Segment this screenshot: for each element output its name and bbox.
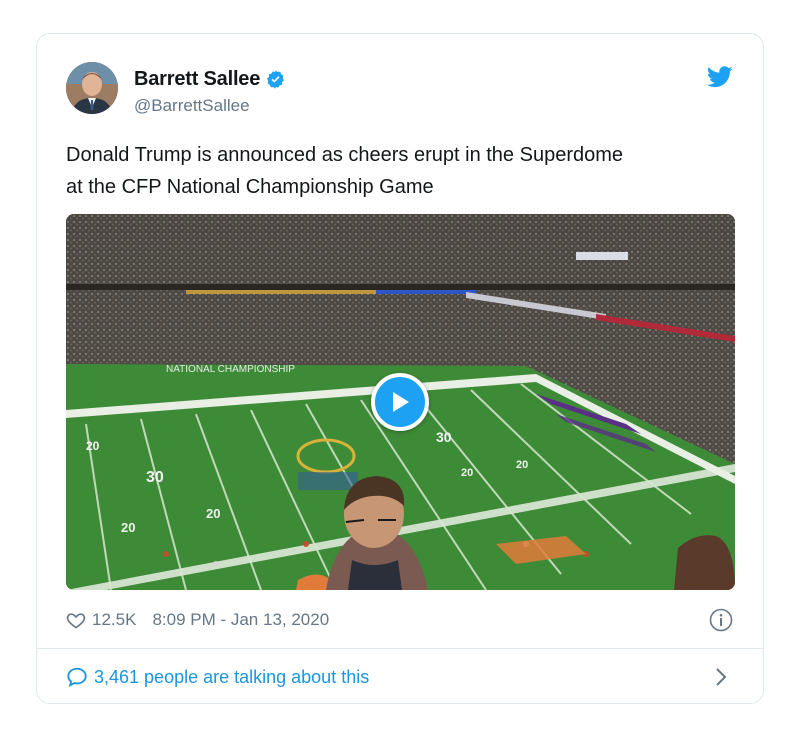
tweet-timestamp[interactable]: 8:09 PM - Jan 13, 2020 (152, 610, 329, 630)
author-handle[interactable]: @BarrettSallee (134, 96, 250, 116)
speech-bubble-icon (67, 667, 87, 687)
stadium-banner-text: NATIONAL CHAMPIONSHIP (166, 364, 295, 375)
play-button[interactable] (371, 373, 429, 431)
avatar[interactable] (66, 62, 118, 114)
play-icon (393, 392, 409, 412)
author-name-row: Barrett Sallee (134, 68, 286, 91)
yard-number: 20 (206, 506, 220, 521)
info-icon[interactable] (709, 608, 733, 632)
tweet-text-line: at the CFP National Championship Game (66, 176, 434, 198)
twitter-bird-icon[interactable] (707, 66, 733, 88)
conversation-text[interactable]: 3,461 people are talking about this (94, 667, 369, 688)
tweet-meta-row: 12.5K 8:09 PM - Jan 13, 2020 (66, 608, 733, 632)
video-thumbnail[interactable]: 20 30 20 20 30 20 20 NATIONAL CHAMPIONSH… (66, 214, 735, 590)
conversation-link[interactable]: 3,461 people are talking about this (66, 664, 733, 690)
yard-number: 20 (121, 520, 135, 535)
author-display-name[interactable]: Barrett Sallee (134, 68, 260, 91)
like-count[interactable]: 12.5K (92, 610, 136, 630)
yard-number: 20 (86, 439, 100, 453)
yard-number: 30 (146, 469, 164, 486)
yard-number: 20 (516, 459, 528, 471)
tweet-text: Donald Trump is announced as cheers erup… (66, 139, 736, 203)
yard-number: 20 (461, 467, 473, 479)
chevron-right-icon[interactable] (715, 667, 727, 687)
verified-badge-icon (267, 70, 285, 89)
tweet-card: Barrett Sallee @BarrettSallee Donald Tru… (36, 33, 764, 704)
tweet-header: Barrett Sallee @BarrettSallee (66, 62, 733, 118)
yard-number: 30 (436, 429, 452, 445)
divider (37, 648, 763, 649)
tweet-text-line: Donald Trump is announced as cheers erup… (66, 144, 624, 166)
heart-icon[interactable] (66, 610, 86, 630)
